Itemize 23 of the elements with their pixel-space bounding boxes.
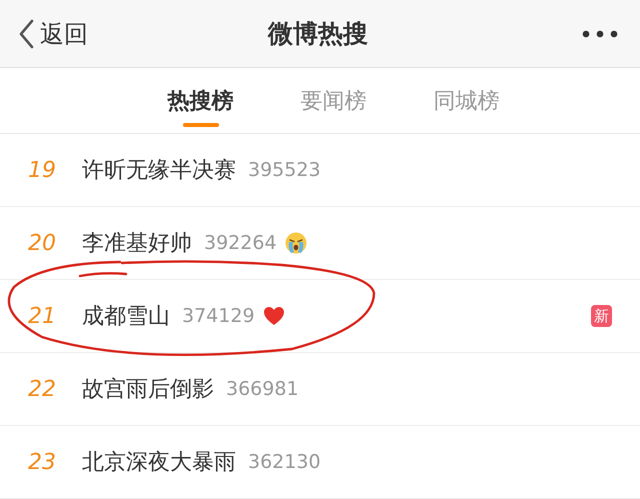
rank-number: 22 [28, 376, 57, 402]
tab[interactable]: 热搜榜 [168, 68, 234, 133]
search-count: 366981 [226, 378, 299, 400]
more-icon[interactable] [582, 30, 618, 38]
rank-number: 19 [28, 158, 57, 182]
topic-title[interactable]: 北京深夜大暴雨 [82, 447, 236, 477]
search-count: 374129 [182, 305, 255, 327]
heart-icon [262, 306, 285, 326]
rank-number: 21 [28, 304, 57, 328]
topic-title[interactable]: 故宫雨后倒影 [82, 374, 214, 404]
back-icon [18, 18, 34, 48]
rank-number: 20 [28, 230, 57, 256]
search-count: 395523 [248, 159, 321, 181]
rank-number: 23 [28, 450, 57, 474]
crying-face-icon [284, 232, 307, 254]
topic-title[interactable]: 李准基好帅 [82, 228, 192, 258]
search-count: 392264 [204, 232, 277, 254]
new-badge: 新 [591, 305, 612, 327]
topic-title[interactable]: 成都雪山 [82, 301, 170, 331]
page-title: 微博热搜 [268, 18, 368, 50]
search-count: 362130 [248, 451, 321, 473]
topic-title[interactable]: 许昕无缘半决赛 [82, 155, 236, 185]
back-button[interactable]: 返回 [18, 18, 88, 50]
